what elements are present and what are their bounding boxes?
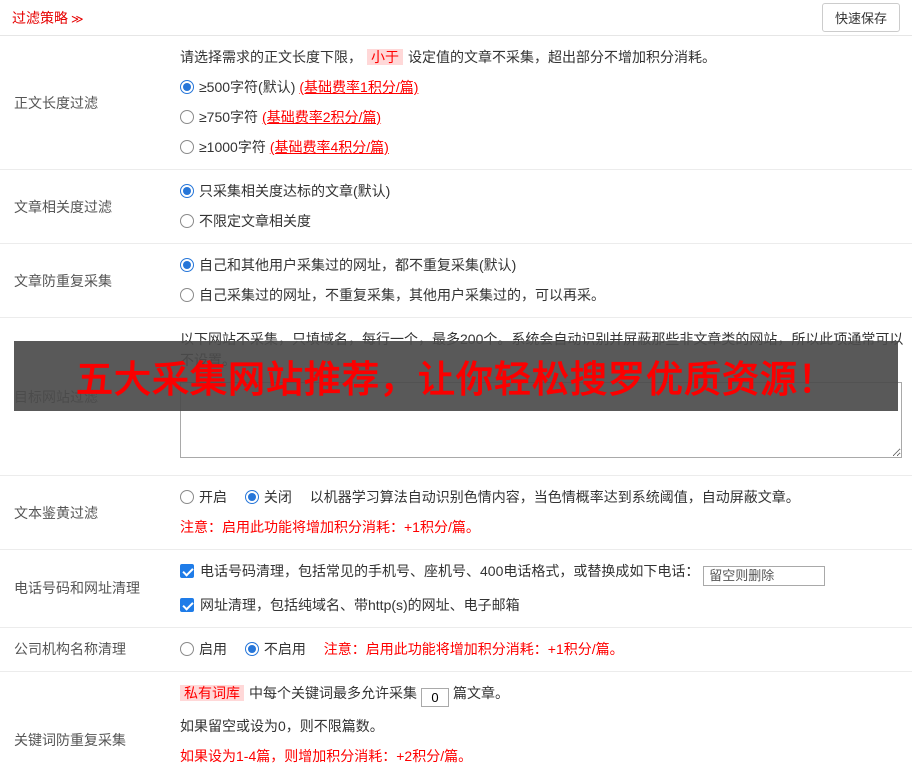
- radio-option-relevant-only[interactable]: 只采集相关度达标的文章(默认): [180, 181, 904, 202]
- radio-label: ≥500字符(默认): [199, 79, 296, 95]
- radio-icon[interactable]: [180, 288, 194, 302]
- row-content: 只采集相关度达标的文章(默认) 不限定文章相关度: [180, 170, 912, 243]
- keyword-note-unlimited: 如果留空或设为0，则不限篇数。: [180, 717, 384, 734]
- radio-option-disable[interactable]: 不启用: [244, 640, 310, 657]
- row-label: 文本鉴黄过滤: [14, 504, 98, 521]
- row-porn-filter: 文本鉴黄过滤 开启 关闭 以机器学习算法自动识别色情内容，当色情概率达到系统阈值…: [0, 476, 912, 550]
- page-header: 过滤策略 ≫ 快速保存: [0, 0, 912, 36]
- row-content: 启用 不启用 注意：启用此功能将增加积分消耗：+1积分/篇。: [180, 628, 912, 671]
- row-anti-duplicate: 文章防重复采集 自己和其他用户采集过的网址，都不重复采集(默认) 自己采集过的网…: [0, 244, 912, 318]
- keyword-limit-suffix: 篇文章。: [453, 684, 509, 701]
- page-title-text: 过滤策略: [12, 9, 68, 26]
- row-label: 文章防重复采集: [14, 272, 112, 289]
- row-content: 自己和其他用户采集过的网址，都不重复采集(默认) 自己采集过的网址，不重复采集，…: [180, 244, 912, 317]
- fee-note: (基础费率4积分/篇): [269, 139, 389, 155]
- radio-label: 自己采集过的网址，不重复采集，其他用户采集过的，可以再采。: [199, 287, 605, 303]
- intro-pre: 请选择需求的正文长度下限，: [180, 49, 362, 65]
- radio-label: 自己和其他用户采集过的网址，都不重复采集(默认): [199, 257, 517, 273]
- radio-icon[interactable]: [180, 110, 194, 124]
- radio-option-own-dedupe[interactable]: 自己采集过的网址，不重复采集，其他用户采集过的，可以再采。: [180, 285, 904, 306]
- radio-icon[interactable]: [180, 641, 194, 656]
- cost-warning: 注意：启用此功能将增加积分消耗：+1积分/篇。: [323, 640, 624, 657]
- filter-strategy-page: 过滤策略 ≫ 快速保存 正文长度过滤 请选择需求的正文长度下限， 小于 设定值的文章不…: [0, 0, 912, 768]
- checkbox-url-cleanup[interactable]: 网址清理，包括纯域名、带http(s)的网址、电子邮箱: [180, 597, 520, 613]
- radio-icon[interactable]: [180, 490, 194, 504]
- row-content: 开启 关闭 以机器学习算法自动识别色情内容，当色情概率达到系统阈值，自动屏蔽文章…: [180, 476, 912, 549]
- page-title[interactable]: 过滤策略 ≫: [12, 8, 84, 28]
- intro-text: 请选择需求的正文长度下限， 小于 设定值的文章不采集，超出部分不增加积分消耗。: [180, 47, 904, 68]
- checkbox-label: 网址清理，包括纯域名、带http(s)的网址、电子邮箱: [200, 596, 520, 613]
- fee-note: (基础费率1积分/篇): [299, 79, 419, 95]
- radio-option-enable[interactable]: 开启: [180, 489, 231, 505]
- radio-checked-icon[interactable]: [180, 80, 194, 94]
- radio-checked-icon[interactable]: [244, 490, 259, 504]
- radio-label: 不启用: [263, 640, 306, 657]
- row-content: 私有词库中每个关键词最多允许采集 篇文章。 如果留空或设为0，则不限篇数。 如果设…: [180, 672, 912, 768]
- radio-option-no-limit[interactable]: 不限定文章相关度: [180, 211, 904, 232]
- radio-label: ≥750字符: [199, 109, 259, 125]
- highlight-keyword: 小于: [367, 49, 403, 65]
- keyword-note-cost: 如果设为1-4篇，则增加积分消耗：+2积分/篇。: [180, 747, 473, 764]
- radio-checked-icon[interactable]: [180, 184, 194, 198]
- radio-label: 不限定文章相关度: [199, 213, 311, 229]
- radio-option-disable[interactable]: 关闭: [244, 489, 296, 505]
- row-label: 关键词防重复采集: [14, 731, 126, 748]
- row-content-length-filter: 正文长度过滤 请选择需求的正文长度下限， 小于 设定值的文章不采集，超出部分不增加积…: [0, 36, 912, 170]
- checkbox-checked-icon[interactable]: [180, 597, 194, 612]
- row-keyword-anti-duplicate: 关键词防重复采集 私有词库中每个关键词最多允许采集 篇文章。 如果留空或设为0，则…: [0, 672, 912, 768]
- checkbox-checked-icon[interactable]: [180, 564, 194, 578]
- radio-icon[interactable]: [180, 214, 194, 228]
- radio-option-500[interactable]: ≥500字符(默认) (基础费率1积分/篇): [180, 77, 904, 98]
- radio-label: 开启: [199, 489, 227, 505]
- row-label: 文章相关度过滤: [14, 198, 112, 215]
- radio-checked-icon[interactable]: [180, 258, 194, 272]
- row-relevance-filter: 文章相关度过滤 只采集相关度达标的文章(默认) 不限定文章相关度: [0, 170, 912, 244]
- promo-banner-text: 五大采集网站推荐，让你轻松搜罗优质资源！: [76, 359, 836, 400]
- row-content: 电话号码清理，包括常见的手机号、座机号、400电话格式，或替换成如下电话： 网址…: [180, 550, 912, 627]
- radio-option-750[interactable]: ≥750字符 (基础费率2积分/篇): [180, 107, 904, 128]
- replacement-phone-input[interactable]: [703, 565, 826, 586]
- row-phone-url-cleanup: 电话号码和网址清理 电话号码清理，包括常见的手机号、座机号、400电话格式，或替…: [0, 550, 912, 628]
- keyword-limit-input[interactable]: [421, 687, 449, 707]
- chevron-down-icon: ≫: [71, 11, 84, 26]
- radio-label: ≥1000字符: [199, 139, 266, 155]
- intro-post: 设定值的文章不采集，超出部分不增加积分消耗。: [408, 49, 716, 65]
- radio-label: 启用: [199, 640, 227, 657]
- quick-save-button[interactable]: 快速保存: [821, 3, 900, 32]
- row-label: 公司机构名称清理: [14, 641, 126, 657]
- radio-option-enable[interactable]: 启用: [180, 641, 231, 657]
- porn-filter-desc: 以机器学习算法自动识别色情内容，当色情概率达到系统阈值，自动屏蔽文章。: [309, 489, 800, 505]
- row-label: 正文长度过滤: [14, 94, 98, 111]
- keyword-limit-text: 中每个关键词最多允许采集: [249, 684, 417, 701]
- cost-warning: 注意：启用此功能将增加积分消耗：+1积分/篇。: [180, 519, 480, 535]
- radio-label: 关闭: [263, 489, 292, 505]
- radio-checked-icon[interactable]: [244, 641, 259, 656]
- checkbox-label: 电话号码清理，包括常见的手机号、座机号、400电话格式，或替换成如下电话：: [200, 563, 700, 579]
- fee-note: (基础费率2积分/篇): [262, 109, 382, 125]
- highlight-private-lexicon: 私有词库: [180, 684, 244, 701]
- row-company-name-cleanup: 公司机构名称清理 启用 不启用 注意：启用此功能将增加积分消耗：+1积分/篇。: [0, 628, 912, 672]
- promo-banner-overlay: 五大采集网站推荐，让你轻松搜罗优质资源！: [14, 341, 898, 411]
- row-content: 请选择需求的正文长度下限， 小于 设定值的文章不采集，超出部分不增加积分消耗。 ≥5…: [180, 36, 912, 169]
- radio-option-global-dedupe[interactable]: 自己和其他用户采集过的网址，都不重复采集(默认): [180, 255, 904, 276]
- radio-label: 只采集相关度达标的文章(默认): [199, 183, 391, 199]
- radio-option-1000[interactable]: ≥1000字符 (基础费率4积分/篇): [180, 137, 904, 158]
- checkbox-phone-cleanup[interactable]: 电话号码清理，包括常见的手机号、座机号、400电话格式，或替换成如下电话：: [180, 563, 703, 579]
- row-label: 电话号码和网址清理: [14, 580, 140, 597]
- radio-icon[interactable]: [180, 140, 194, 154]
